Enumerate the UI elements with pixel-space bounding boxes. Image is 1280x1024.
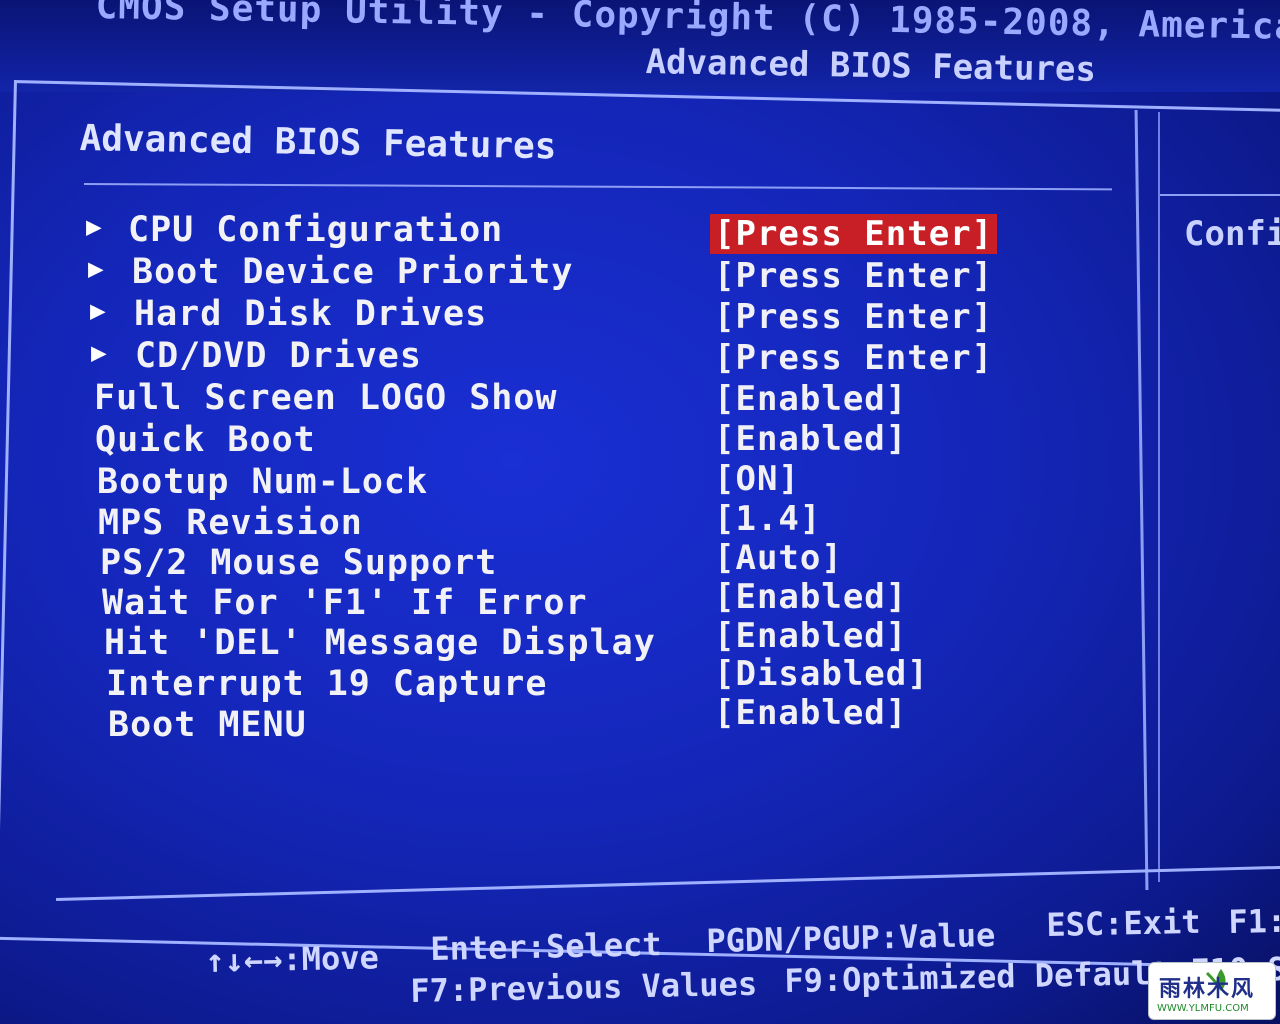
menu-item-label: CPU Configuration: [128, 210, 504, 250]
footer-move-hint: ↑↓←→:Move: [205, 938, 380, 980]
value-mps-revision[interactable]: [1.4]: [714, 499, 821, 539]
value-wait-for-f1[interactable]: [Enabled]: [714, 577, 907, 617]
value-bootup-num-lock[interactable]: [ON]: [714, 459, 800, 499]
value-cd-dvd-drives[interactable]: [Press Enter]: [714, 338, 993, 378]
footer-select-hint: Enter:Select: [430, 925, 662, 968]
watermark-text: 雨林木风: [1159, 977, 1256, 1002]
watermark-url: WWW.YLMFU.COM: [1157, 1003, 1249, 1014]
menu-item-label: CD/DVD Drives: [135, 336, 422, 376]
menu-item-label: Interrupt 19 Capture: [106, 664, 548, 704]
footer-value-hint: PGDN/PGUP:Value: [706, 915, 996, 960]
menu-item-label: Boot MENU: [108, 705, 307, 745]
value-hit-del-message[interactable]: [Enabled]: [714, 616, 907, 656]
menu-item-label: PS/2 Mouse Support: [100, 543, 498, 583]
menu-item-label: Hit 'DEL' Message Display: [104, 623, 656, 663]
footer-f1-hint: F1:: [1228, 901, 1280, 941]
submenu-arrow-icon: ▶: [88, 254, 104, 284]
menu-item-label: Full Screen LOGO Show: [94, 378, 558, 418]
menu-item-label: Quick Boot: [95, 420, 316, 460]
menu-item-label: Wait For 'F1' If Error: [102, 583, 588, 623]
value-boot-device-priority[interactable]: [Press Enter]: [714, 256, 993, 296]
footer-exit-hint: ESC:Exit: [1046, 902, 1201, 944]
value-interrupt-19-capture[interactable]: [Disabled]: [714, 654, 929, 694]
value-hard-disk-drives[interactable]: [Press Enter]: [714, 297, 993, 337]
menu-item-label: Boot Device Priority: [132, 252, 574, 292]
menu-item-label: Bootup Num-Lock: [97, 462, 429, 502]
menu-item-label: Hard Disk Drives: [134, 294, 488, 334]
value-full-screen-logo-show[interactable]: [Enabled]: [714, 379, 907, 419]
value-ps2-mouse-support[interactable]: [Auto]: [714, 538, 843, 578]
value-cpu-configuration[interactable]: [Press Enter]: [710, 214, 998, 254]
value-quick-boot[interactable]: [Enabled]: [714, 419, 907, 459]
footer-previous-values-hint: F7:Previous Values: [410, 964, 758, 1010]
submenu-arrow-icon: ▶: [91, 338, 107, 368]
submenu-arrow-icon: ▶: [86, 212, 102, 242]
menu-item-label: MPS Revision: [98, 503, 363, 543]
watermark-logo: 雨林木风 WWW.YLMFU.COM: [1148, 962, 1276, 1020]
value-boot-menu[interactable]: [Enabled]: [714, 693, 907, 733]
submenu-arrow-icon: ▶: [90, 296, 106, 326]
